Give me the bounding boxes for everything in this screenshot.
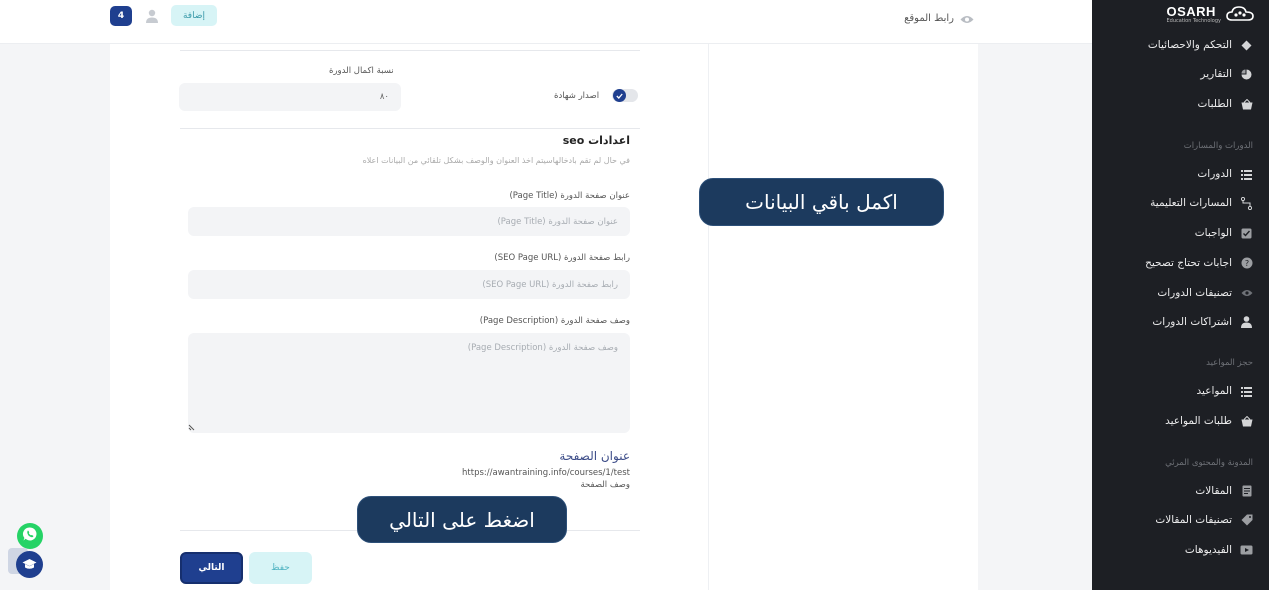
save-button[interactable]: حفظ [249,552,312,584]
user-icon[interactable] [144,8,160,24]
whatsapp-icon [22,526,38,546]
check-icon [613,89,626,102]
completion-input[interactable] [179,83,401,111]
sidebar-item-orders[interactable]: الطلبات [1198,96,1253,112]
sidebar-item-label: المسارات التعليمية [1150,197,1232,209]
page-description-label: وصف صفحة الدورة (Page Description) [479,316,630,326]
next-button[interactable]: التالي [180,552,243,584]
document-icon [1240,485,1253,498]
certificate-toggle[interactable] [612,89,638,102]
callout-complete-data: اكمل باقي البيانات [699,178,944,226]
callout-press-next: اضغط على التالي [357,496,567,543]
site-link[interactable]: رابط الموقع [904,9,974,28]
question-icon: ? [1240,257,1253,270]
graduation-cap-icon [22,555,37,574]
sidebar-item-reports[interactable]: التقارير [1200,66,1253,82]
preview-page-title: عنوان الصفحة [559,449,630,463]
sidebar-item-learning-paths[interactable]: المسارات التعليمية [1150,195,1253,211]
preview-page-description: وصف الصفحة [580,480,631,490]
cloud-logo-icon [1225,5,1255,23]
page-title-label: عنوان صفحة الدورة (Page Title) [509,191,630,201]
page-url-input[interactable] [188,270,630,299]
sidebar-section-booking: حجز المواعيد [1206,358,1253,368]
sidebar-item-label: المقالات [1195,485,1232,497]
sidebar-section-courses: الدورات والمسارات [1183,141,1253,151]
sidebar-item-course-subscriptions[interactable]: اشتراكات الدورات [1152,314,1253,330]
sidebar-item-label: الطلبات [1197,98,1232,110]
svg-text:?: ? [1244,259,1248,268]
sidebar-item-label: طلبات المواعيد [1165,415,1232,427]
sidebar-item-label: الفيديوهات [1184,544,1232,556]
user-icon [1240,316,1253,329]
checkbox-icon [1240,227,1253,240]
pie-chart-icon [1240,68,1253,81]
page-description-input[interactable] [188,333,630,433]
list-icon [1240,168,1253,181]
completion-label: نسبة اكمال الدورة [329,66,394,76]
sidebar-item-article-categories[interactable]: تصنيفات المقالات [1155,512,1253,528]
sidebar-item-courses[interactable]: الدورات [1197,166,1253,182]
sidebar-item-label: اجابات تحتاج تصحيح [1145,257,1232,269]
sidebar-item-label: الواجبات [1194,227,1232,239]
basket-icon [1240,415,1253,428]
column-divider [708,44,709,590]
seo-section-title: اعدادات seo [562,134,630,147]
sidebar-item-label: التحكم والاحصائيات [1147,39,1232,51]
sidebar-item-videos[interactable]: الفيديوهات [1185,542,1253,558]
help-button[interactable] [16,551,43,578]
page-title-input[interactable] [188,207,630,236]
eye-icon [960,9,974,28]
sidebar-item-label: الدورات [1197,168,1232,180]
sidebar-item-dashboard[interactable]: التحكم والاحصائيات [1148,37,1253,53]
whatsapp-button[interactable] [17,523,43,549]
brand[interactable]: OSARH Education Technology [1092,0,1269,28]
sidebar-item-label: تصنيفات الدورات [1157,287,1232,299]
sidebar-item-label: المواعيد [1196,385,1232,397]
certificate-label: اصدار شهادة [554,91,600,101]
topbar: رابط الموقع 4 إضافة [0,0,1092,44]
notification-badge[interactable]: 4 [110,6,132,26]
sidebar-item-assignments[interactable]: الواجبات [1195,225,1253,241]
preview-page-url: https://awantraining.info/courses/1/test [462,468,630,478]
sidebar-section-blog: المدونة والمحتوى المرئي [1165,458,1253,468]
list-icon [1240,385,1253,398]
basket-icon [1240,98,1253,111]
sidebar-item-course-categories[interactable]: تصنيفات الدورات [1157,285,1253,301]
sidebar-item-appointment-requests[interactable]: طلبات المواعيد [1165,413,1253,429]
sidebar-item-articles[interactable]: المقالات [1195,483,1253,499]
divider [180,128,640,129]
sidebar-item-answers-to-correct[interactable]: ? اجابات تحتاج تصحيح [1145,255,1253,271]
video-icon [1240,544,1253,557]
divider [180,50,640,51]
sidebar: OSARH Education Technology التحكم والاحص… [1092,0,1269,590]
sidebar-item-appointments[interactable]: المواعيد [1197,383,1253,399]
brand-subtitle: Education Technology [1166,17,1222,24]
tag-icon [1240,514,1253,527]
page-url-label: رابط صفحة الدورة (SEO Page URL) [494,253,630,263]
route-icon [1240,196,1253,210]
diamond-icon [1240,39,1253,52]
resize-handle-icon[interactable] [188,422,198,432]
add-button[interactable]: إضافة [171,5,217,26]
seo-note: في حال لم تقم بادخالهاسيتم اخذ العنوان و… [362,156,630,165]
eye-icon [1240,287,1253,300]
sidebar-item-label: تصنيفات المقالات [1155,514,1232,526]
site-link-label: رابط الموقع [904,13,954,24]
brand-name: OSARH [1166,3,1216,19]
sidebar-item-label: اشتراكات الدورات [1152,316,1232,328]
sidebar-item-label: التقارير [1200,68,1232,80]
